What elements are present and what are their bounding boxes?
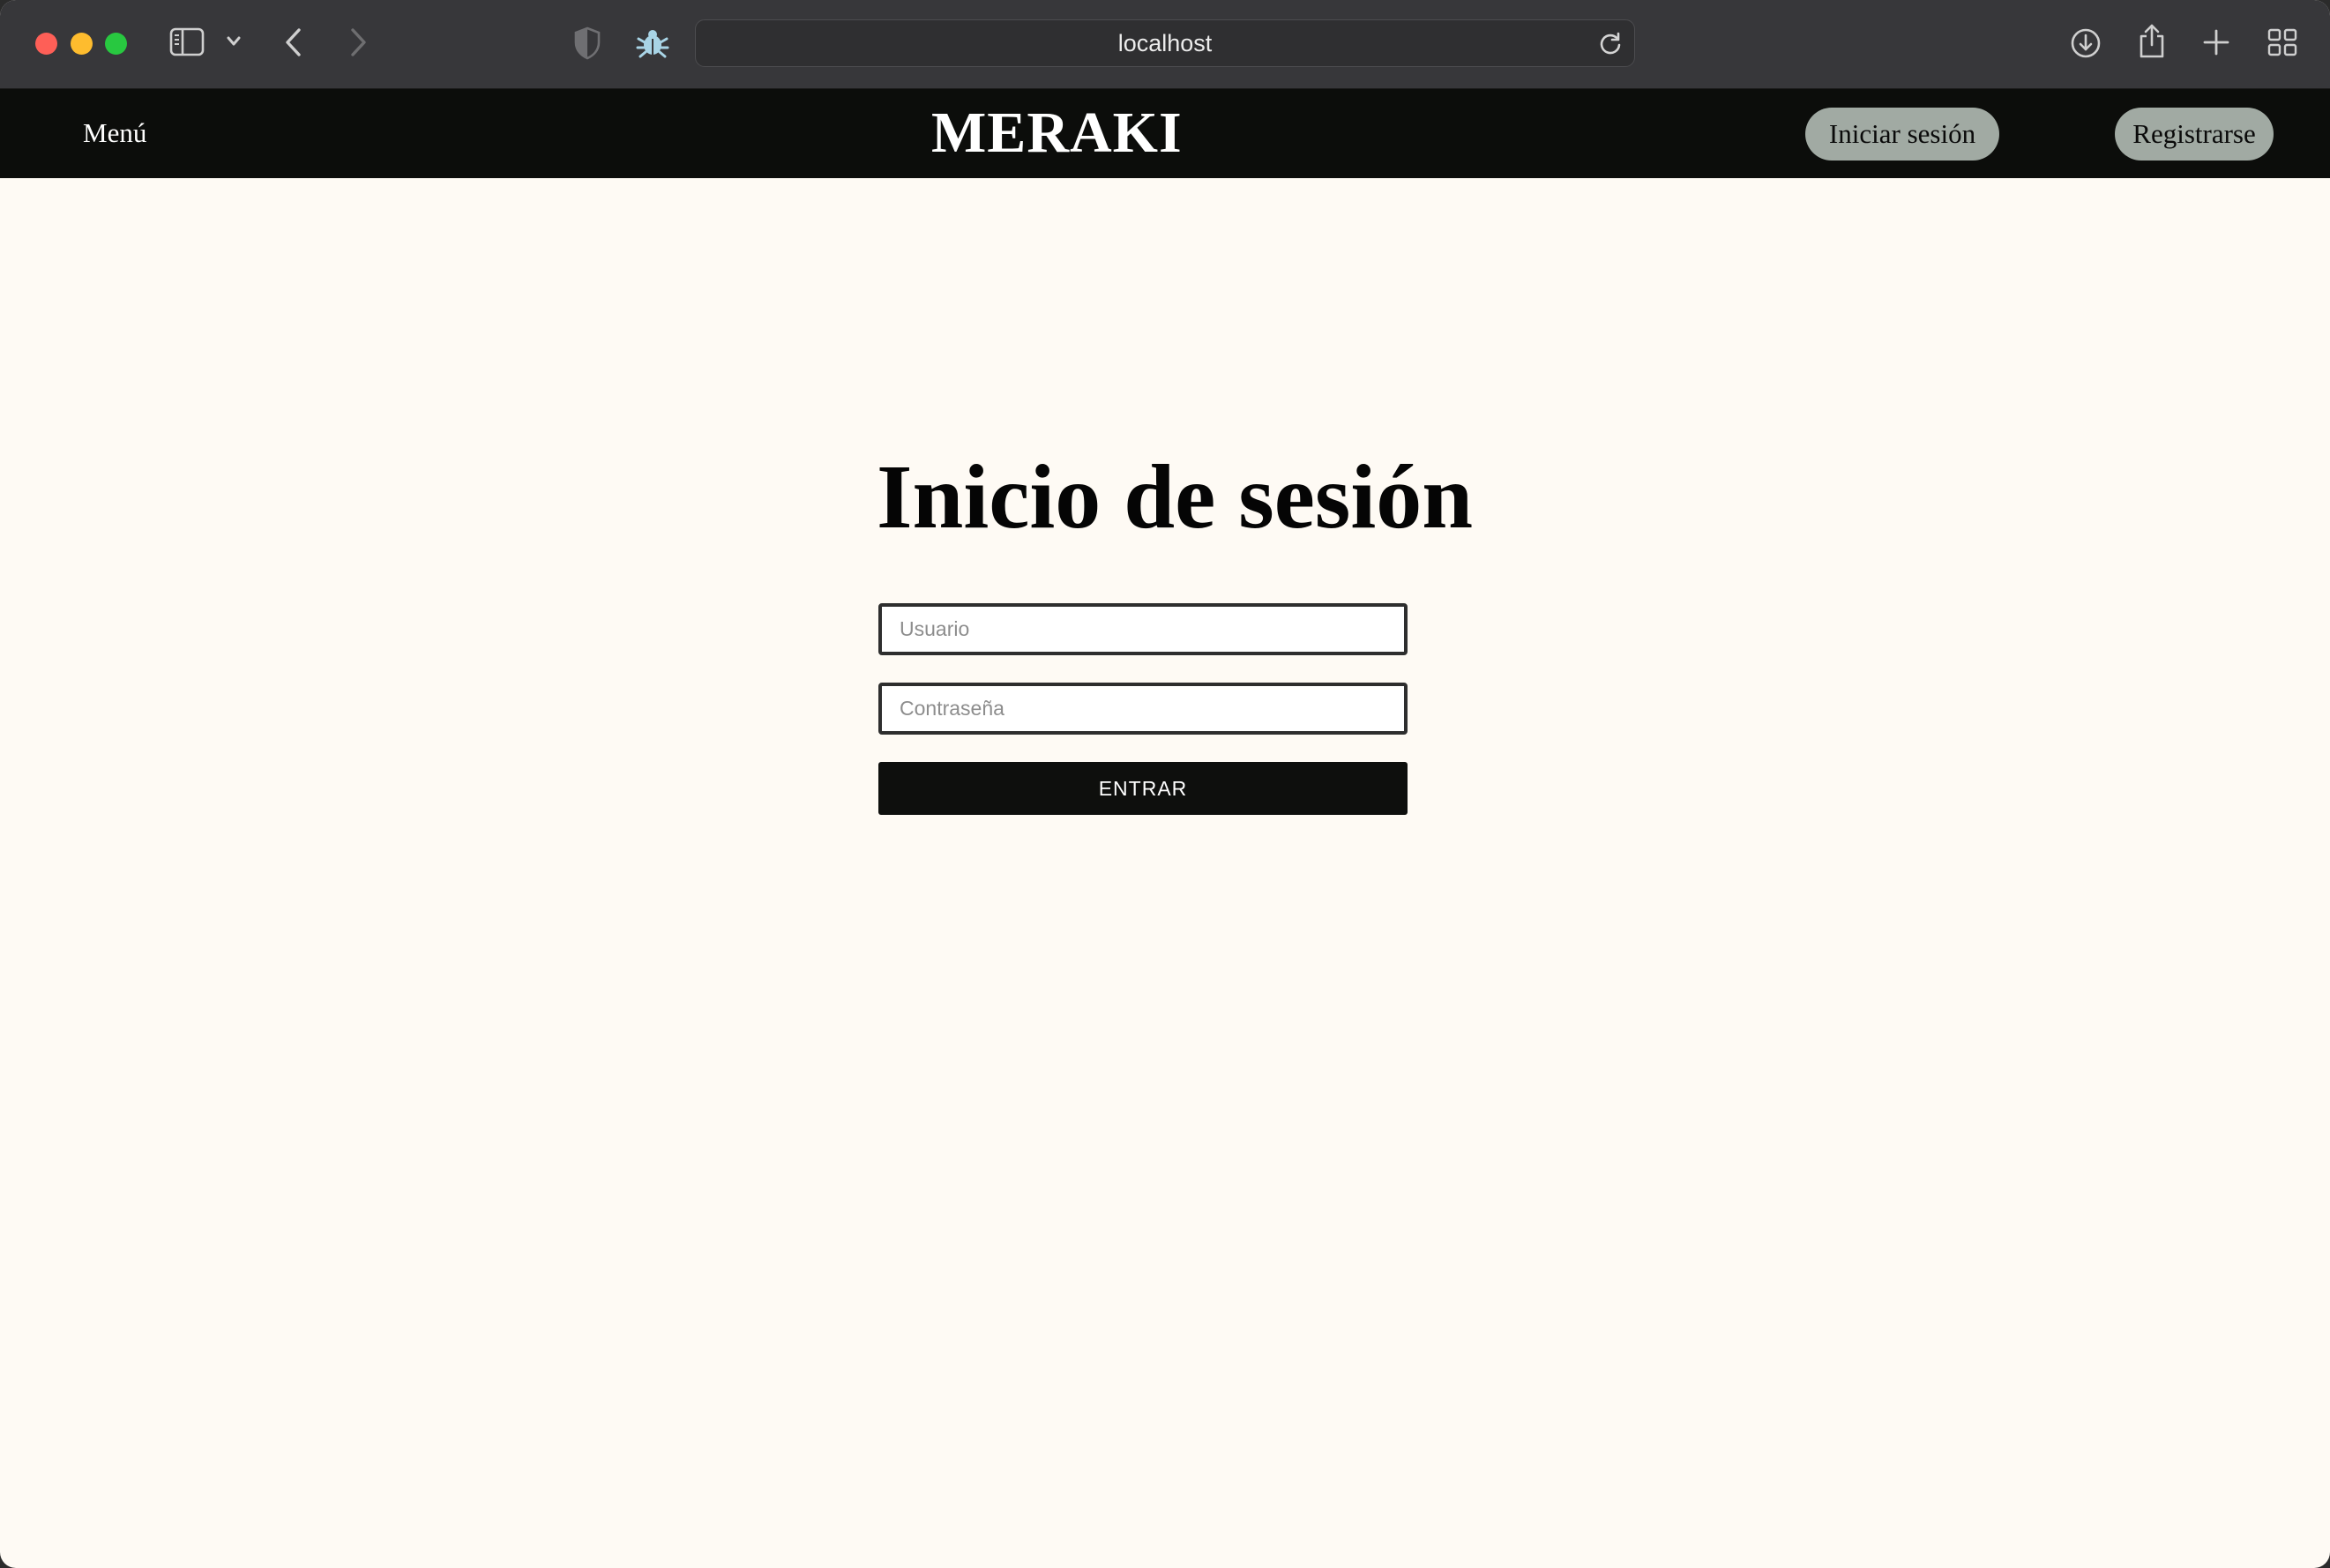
- chevron-down-icon[interactable]: [226, 35, 242, 48]
- password-input[interactable]: [878, 683, 1408, 735]
- close-window-button[interactable]: [35, 33, 57, 55]
- signup-button[interactable]: Registrarse: [2115, 108, 2274, 161]
- page-title: Inicio de sesión: [877, 446, 1474, 548]
- sidebar-icon[interactable]: [169, 26, 205, 58]
- brand-logo[interactable]: MERAKI: [931, 96, 1183, 170]
- share-icon[interactable]: [2136, 23, 2168, 60]
- maximize-window-button[interactable]: [105, 33, 127, 55]
- tab-overview-icon[interactable]: [2267, 27, 2298, 57]
- login-button[interactable]: Iniciar sesión: [1805, 108, 1999, 161]
- download-icon[interactable]: [2069, 26, 2102, 60]
- reload-icon[interactable]: [1597, 31, 1624, 57]
- back-icon[interactable]: [284, 26, 303, 58]
- minimize-window-button[interactable]: [71, 33, 93, 55]
- browser-window: localhost Menú MERAKI Iniciar sesión Reg…: [0, 0, 2330, 1568]
- address-bar[interactable]: localhost: [695, 19, 1635, 67]
- shield-icon[interactable]: [573, 26, 601, 60]
- username-input[interactable]: [878, 603, 1408, 655]
- menu-link[interactable]: Menú: [83, 112, 146, 154]
- plus-icon[interactable]: [2201, 27, 2231, 57]
- forward-icon[interactable]: [348, 26, 368, 58]
- site-header: Menú MERAKI Iniciar sesión Registrarse: [0, 89, 2330, 178]
- url-text: localhost: [1117, 29, 1213, 56]
- browser-toolbar: localhost: [0, 0, 2330, 89]
- submit-button[interactable]: ENTRAR: [878, 762, 1408, 815]
- bug-extension-icon[interactable]: [635, 26, 670, 60]
